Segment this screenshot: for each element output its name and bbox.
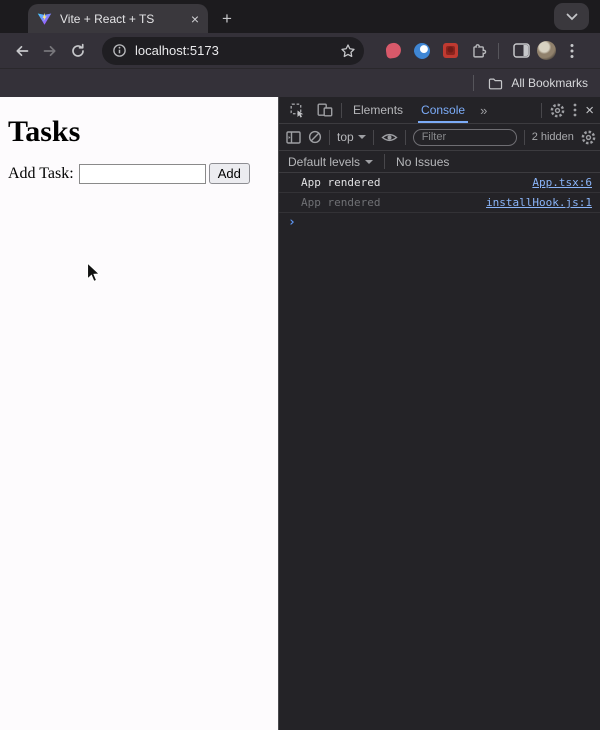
devtools-menu-button[interactable] <box>573 103 577 117</box>
forward-button[interactable] <box>38 39 62 63</box>
devtools-separator <box>372 129 374 145</box>
devtools-panel: Elements Console » × top Filter 2 hidden… <box>278 97 600 730</box>
address-bar[interactable]: localhost:5173 <box>102 36 364 65</box>
devtools-tab-bar: Elements Console » × <box>279 97 600 124</box>
devtools-separator <box>341 102 342 118</box>
console-message-row[interactable]: App rendered installHook.js:1 <box>279 193 600 213</box>
console-messages: App rendered App.tsx:6 App rendered inst… <box>279 173 600 730</box>
extensions-puzzle-icon[interactable] <box>471 42 488 59</box>
tab-search-button[interactable] <box>554 3 589 30</box>
console-source-link[interactable]: App.tsx:6 <box>532 176 592 189</box>
chrome-menu-button[interactable] <box>560 39 584 63</box>
console-message-text: App rendered <box>301 196 381 209</box>
three-dots-icon <box>570 43 574 58</box>
context-selector[interactable]: top <box>337 130 366 144</box>
console-message-text: App rendered <box>301 176 381 189</box>
caret-down-icon <box>365 159 374 164</box>
bookmarks-separator <box>473 75 475 91</box>
console-filter-input[interactable] <box>412 128 517 146</box>
default-levels-label: Default levels <box>288 154 361 169</box>
folder-icon <box>488 77 503 90</box>
devtools-settings-icon[interactable] <box>550 103 565 118</box>
site-info-icon[interactable] <box>112 43 127 58</box>
tab-title: Vite + React + TS <box>60 11 155 26</box>
back-button[interactable] <box>10 39 34 63</box>
clear-console-icon[interactable] <box>308 130 322 144</box>
mouse-cursor-icon <box>86 262 103 284</box>
console-settings-icon[interactable] <box>581 130 596 145</box>
console-message-row[interactable]: App rendered App.tsx:6 <box>279 173 600 193</box>
tab-close-icon[interactable]: × <box>191 12 199 26</box>
devtools-separator <box>384 154 386 169</box>
no-issues-label[interactable]: No Issues <box>396 155 449 169</box>
tab-strip: Vite + React + TS × + <box>0 0 600 33</box>
tab-elements[interactable]: Elements <box>346 97 410 123</box>
devtools-separator <box>404 129 406 145</box>
bookmarks-bar: All Bookmarks <box>0 68 600 97</box>
three-dots-icon <box>573 103 577 117</box>
console-sidebar-icon[interactable] <box>286 130 301 144</box>
task-input[interactable] <box>78 163 206 184</box>
extension-red-blob-icon[interactable] <box>385 42 402 59</box>
side-panel-button[interactable] <box>509 39 533 63</box>
new-tab-button[interactable]: + <box>222 10 232 27</box>
context-selector-label: top <box>337 130 354 144</box>
hidden-messages-badge[interactable]: 2 hidden <box>532 131 574 143</box>
extension-red-square-icon[interactable] <box>443 43 458 58</box>
bookmark-star-icon[interactable] <box>340 43 356 59</box>
default-levels-dropdown[interactable]: Default levels <box>288 154 374 169</box>
devtools-separator <box>541 102 543 118</box>
all-bookmarks-button[interactable]: All Bookmarks <box>511 76 588 90</box>
console-prompt-chevron[interactable]: › <box>279 213 600 229</box>
content-area: Tasks Add Task: Add Elements Console » ×… <box>0 97 600 730</box>
toolbar-separator <box>498 42 499 59</box>
console-levels-bar: Default levels No Issues <box>279 151 600 173</box>
add-task-form: Add Task: Add <box>8 163 250 184</box>
live-expression-eye-icon[interactable] <box>381 131 398 144</box>
device-toolbar-button[interactable] <box>313 98 337 122</box>
browser-toolbar: localhost:5173 <box>0 33 600 68</box>
url-text[interactable]: localhost:5173 <box>135 43 332 58</box>
extensions-area <box>385 42 488 59</box>
web-page: Tasks Add Task: Add <box>0 97 278 730</box>
vite-favicon-icon <box>37 11 52 26</box>
console-toolbar: top 2 hidden <box>279 124 600 151</box>
devtools-separator <box>523 129 525 145</box>
console-source-link[interactable]: installHook.js:1 <box>486 196 592 209</box>
caret-down-icon <box>357 135 366 139</box>
inspect-element-button[interactable] <box>285 98 309 122</box>
extension-blue-circle-icon[interactable] <box>414 42 430 59</box>
more-tabs-icon[interactable]: » <box>476 103 491 118</box>
reload-button[interactable] <box>66 39 90 63</box>
chevron-down-icon <box>566 13 577 20</box>
tab-console[interactable]: Console <box>414 97 472 123</box>
devtools-close-button[interactable]: × <box>585 103 594 118</box>
browser-tab[interactable]: Vite + React + TS × <box>28 4 208 33</box>
devtools-separator <box>329 129 330 145</box>
add-button[interactable]: Add <box>208 163 250 184</box>
profile-avatar[interactable] <box>537 41 556 60</box>
add-task-label: Add Task: <box>8 164 74 182</box>
page-title: Tasks <box>8 115 81 148</box>
